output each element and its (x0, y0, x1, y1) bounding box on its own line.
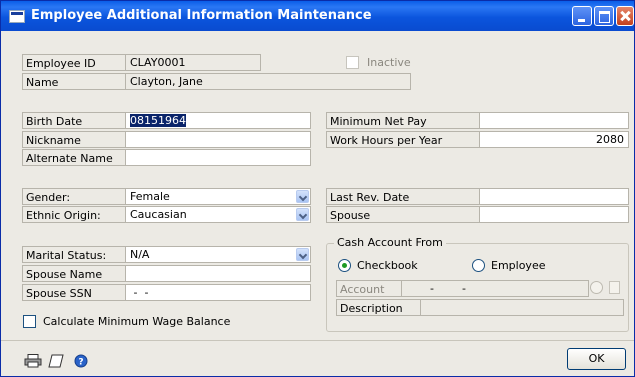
chevron-down-icon[interactable] (296, 208, 309, 221)
checkbook-radio-label: Checkbook (357, 259, 418, 272)
ethnic-origin-value: Caucasian (130, 208, 187, 221)
marital-status-value: N/A (130, 248, 150, 261)
spouse-field[interactable] (479, 206, 629, 223)
marital-status-label: Marital Status: (22, 246, 126, 263)
employee-radio[interactable] (472, 259, 485, 272)
last-rev-date-label: Last Rev. Date (326, 188, 480, 205)
maximize-button[interactable] (594, 6, 614, 26)
description-label: Description (336, 299, 421, 316)
checkbook-radio[interactable] (338, 259, 351, 272)
work-hours-field[interactable]: 2080 (479, 131, 629, 148)
spouse-ssn-field[interactable]: - - (125, 284, 311, 301)
account-field[interactable]: - - (401, 280, 589, 297)
help-icon[interactable]: ? (74, 354, 88, 368)
printer-icon[interactable] (24, 354, 42, 368)
nickname-field[interactable] (125, 131, 311, 148)
inactive-label: Inactive (367, 56, 411, 69)
work-hours-label: Work Hours per Year (326, 131, 480, 148)
ethnic-origin-label: Ethnic Origin: (22, 206, 126, 223)
chevron-down-icon[interactable] (296, 190, 309, 203)
employee-id-field[interactable]: CLAY0001 (125, 54, 261, 71)
birth-date-label: Birth Date (22, 112, 126, 129)
calc-min-wage-checkbox[interactable] (23, 315, 36, 328)
lookup-icon[interactable] (590, 281, 603, 294)
dialog-window: Employee Additional Information Maintena… (0, 0, 635, 377)
ok-button[interactable]: OK (567, 348, 626, 370)
expand-arrows-icon[interactable] (609, 281, 620, 294)
window-icon (9, 10, 25, 23)
close-button[interactable] (616, 6, 634, 26)
spouse-name-label: Spouse Name (22, 265, 126, 282)
footer-separator (1, 340, 634, 341)
employee-id-label: Employee ID (22, 54, 126, 71)
spouse-name-field[interactable] (125, 265, 311, 282)
window-title: Employee Additional Information Maintena… (31, 8, 372, 23)
chevron-down-icon[interactable] (296, 248, 309, 261)
last-rev-date-field[interactable] (479, 188, 629, 205)
name-label: Name (22, 73, 126, 90)
nickname-label: Nickname (22, 131, 126, 148)
calc-min-wage-label: Calculate Minimum Wage Balance (43, 315, 231, 328)
minimum-net-pay-field[interactable] (479, 112, 629, 129)
gender-label: Gender: (22, 188, 126, 205)
inactive-checkbox[interactable] (346, 56, 359, 69)
birth-date-value: 08151964 (130, 114, 186, 127)
cash-account-legend: Cash Account From (334, 236, 446, 249)
ethnic-origin-select[interactable]: Caucasian (125, 206, 311, 223)
spouse-ssn-label: Spouse SSN (22, 284, 126, 301)
alternate-name-field[interactable] (125, 149, 311, 166)
employee-radio-label: Employee (491, 259, 546, 272)
title-bar[interactable]: Employee Additional Information Maintena… (1, 1, 634, 31)
account-lookup[interactable] (588, 280, 624, 297)
svg-text:?: ? (78, 358, 83, 368)
gender-select[interactable]: Female (125, 188, 311, 205)
gender-value: Female (130, 190, 170, 203)
minimize-button[interactable] (572, 6, 592, 26)
name-field[interactable]: Clayton, Jane (125, 73, 411, 90)
note-icon[interactable] (48, 354, 64, 368)
spouse-label: Spouse (326, 206, 480, 223)
minimum-net-pay-label: Minimum Net Pay (326, 112, 480, 129)
alternate-name-label: Alternate Name (22, 149, 126, 166)
account-label: Account (336, 280, 402, 297)
description-field[interactable] (420, 299, 624, 316)
birth-date-field[interactable]: 08151964 (125, 112, 311, 129)
marital-status-select[interactable]: N/A (125, 246, 311, 263)
